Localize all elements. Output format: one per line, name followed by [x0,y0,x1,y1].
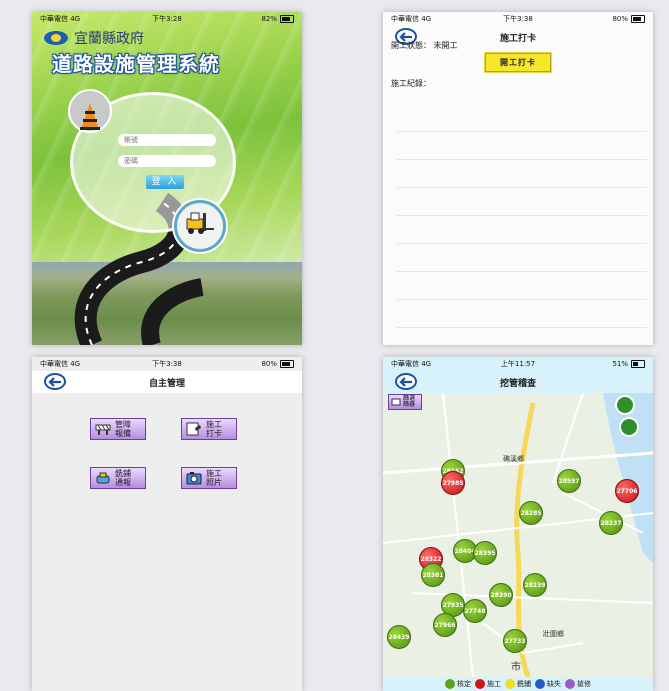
map-view[interactable]: 礁溪鄉 壯圍鄉 市 28152 27985 28597 27706 28285 … [383,393,653,677]
map-marker[interactable]: 28390 [489,583,513,607]
tile-label-line2: 報備 [115,429,131,438]
filter-label: 篩選 篩器 [403,396,415,408]
map-marker[interactable]: 28237 [599,511,623,535]
map-marker[interactable]: 27748 [463,599,487,623]
status-bar: 中華電信 4G 下午3:38 80% [383,12,653,26]
username-input[interactable] [118,134,216,146]
tile-label-line2: 照片 [206,478,222,487]
place-label: 市 [511,662,521,673]
records-list [397,104,647,335]
status-bar: 中華電信 4G 上午11:57 51% [383,357,653,371]
map-marker[interactable]: 28381 [421,563,445,587]
map-marker[interactable]: 27966 [433,613,457,637]
legend-item: 搶修 [565,679,591,689]
work-state-row: 開工狀態： 未開工 [391,40,458,51]
work-state-label: 開工狀態： [391,41,431,50]
battery-icon [631,360,645,368]
login-screen: 中華電信 4G 下午3:28 82% 宜蘭縣政府 道路設施管理系統 登 入 [32,12,302,345]
inspection-map-screen: 中華電信 4G 上午11:57 51% 挖管稽查 礁溪鄉 壯圍鄉 市 28152 [383,357,653,691]
filter-button[interactable]: 篩選 篩器 [388,394,422,410]
agency-header: 宜蘭縣政府 [44,28,144,48]
clock-in-icon [186,422,201,436]
battery-icon [631,15,645,23]
legend-item: 缺失 [535,679,561,689]
forklift-icon [174,200,226,252]
app-title: 道路設施管理系統 [52,52,220,76]
legend-label: 施工 [487,680,501,688]
legend-dot [475,679,485,689]
tile-clock-in[interactable]: 施工 打卡 [181,418,237,440]
traffic-cone-icon [68,89,112,133]
tile-construction-photos[interactable]: 施工 照片 [181,467,237,489]
camera-icon [186,472,202,485]
nav-bar: 自主管理 [32,371,302,393]
tile-label-line1: 管障 [115,420,131,429]
page-title: 挖管稽查 [499,378,536,389]
map-marker[interactable]: 28597 [557,469,581,493]
locate-button[interactable] [619,417,639,437]
tile-label-line1: 施工 [206,469,222,478]
map-marker[interactable]: 27706 [615,479,639,503]
map-marker[interactable]: 28239 [523,573,547,597]
records-label: 施工紀錄： [391,79,431,88]
self-management-screen: 中華電信 4G 下午3:38 80% 自主管理 管障 報備 施工 打卡 銑鋪 通報 施… [32,357,302,691]
tile-label: 施工 照片 [206,469,222,487]
password-input[interactable] [118,155,216,167]
status-bar: 中華電信 4G 下午3:28 82% [32,12,302,26]
clock-text: 下午3:38 [152,360,182,368]
legend-item: 施工 [475,679,501,689]
map-marker[interactable]: 27985 [441,471,465,495]
filter-label-line2: 篩器 [403,401,416,408]
place-label: 壯圍鄉 [543,630,564,638]
agency-name: 宜蘭縣政府 [74,31,144,47]
tile-label-line2: 通報 [115,478,131,487]
map-marker[interactable]: 27733 [503,629,527,653]
clock-text: 上午11:57 [500,360,536,368]
map-legend: 核定 施工 銑鋪 缺失 搶修 [383,677,653,691]
clock-text: 下午3:28 [152,15,182,23]
back-button[interactable] [44,373,66,390]
barrier-icon [95,424,111,435]
place-label: 礁溪鄉 [503,455,524,463]
tile-label-line1: 銑鋪 [115,469,131,478]
back-arrow-icon [48,376,61,387]
back-arrow-icon [399,376,412,387]
legend-label: 搶修 [577,680,591,688]
legend-label: 缺失 [547,680,561,688]
clock-text: 下午3:38 [503,15,533,23]
map-marker[interactable]: 28285 [519,501,543,525]
paving-icon [96,472,110,484]
battery-icon [280,360,294,368]
legend-item: 核定 [445,679,471,689]
tile-paving-report[interactable]: 銑鋪 通報 [90,467,146,489]
work-state-value: 未開工 [433,41,458,50]
tile-label-line1: 施工 [206,420,222,429]
tile-label: 施工 打卡 [206,420,222,438]
clock-in-screen: 中華電信 4G 下午3:38 80% 施工打卡 開工狀態： 未開工 開工打卡 施… [383,12,653,345]
clock-in-button[interactable]: 開工打卡 [485,53,551,72]
status-bar: 中華電信 4G 下午3:38 80% [32,357,302,371]
legend-dot [505,679,515,689]
county-logo-icon [44,31,68,45]
map-marker[interactable]: 28439 [387,625,411,649]
tile-barrier-report[interactable]: 管障 報備 [90,418,146,440]
tile-label-line2: 打卡 [206,429,222,438]
battery-icon [280,15,294,23]
tile-label: 管障 報備 [115,420,131,438]
back-button[interactable] [395,373,417,390]
legend-dot [535,679,545,689]
page-title: 自主管理 [148,378,185,389]
legend-label: 核定 [457,680,471,688]
legend-item: 銑鋪 [505,679,531,689]
legend-label: 銑鋪 [517,680,531,688]
legend-dot [565,679,575,689]
login-button[interactable]: 登 入 [146,175,184,189]
nav-bar: 挖管稽查 [383,371,653,393]
tile-label: 銑鋪 通報 [115,469,131,487]
legend-dot [445,679,455,689]
map-marker[interactable]: 28395 [473,541,497,565]
filter-icon [391,398,401,406]
layers-button[interactable] [615,395,635,415]
page-title: 施工打卡 [499,33,536,44]
